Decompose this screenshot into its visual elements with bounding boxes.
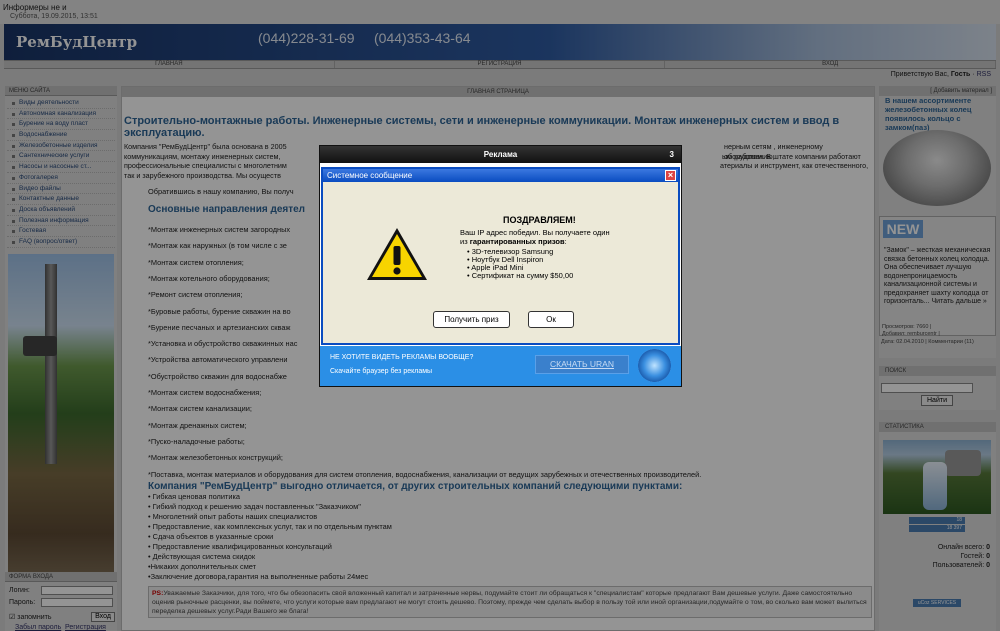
- close-icon[interactable]: ×: [665, 170, 676, 181]
- browser-logo-icon: [638, 349, 671, 382]
- prize-item: Сертификат на сумму $50,00: [467, 271, 574, 280]
- advert-header: Реклама: [320, 146, 681, 163]
- download-uran-button[interactable]: СКАЧАТЬ URAN: [535, 355, 629, 374]
- message-end: :: [564, 236, 567, 246]
- banner-question: НЕ ХОТИТЕ ВИДЕТЬ РЕКЛАМЫ ВООБЩЕ?: [330, 354, 474, 361]
- message-line-2: из: [460, 236, 468, 246]
- message-bold: гарантированных призов: [469, 236, 565, 246]
- system-message-dialog: Системное сообщение × ПОЗДРАВЛЯЕМ! Ваш I…: [321, 167, 680, 345]
- congrats-heading: ПОЗДРАВЛЯЕМ!: [503, 215, 576, 225]
- advert-popup: Реклама 3 Системное сообщение × ПОЗДРАВЛ…: [319, 145, 682, 387]
- banner-subtitle: Скачайте браузер без рекламы: [330, 368, 433, 375]
- warning-icon: [367, 228, 427, 280]
- prize-message: Ваш IP адрес победил. Вы получаете один …: [460, 228, 650, 246]
- advert-countdown: 3: [669, 150, 674, 159]
- browser-ad-banner[interactable]: НЕ ХОТИТЕ ВИДЕТЬ РЕКЛАМЫ ВООБЩЕ? Скачайт…: [320, 346, 681, 386]
- dialog-title: Системное сообщение: [323, 169, 678, 182]
- get-prize-button[interactable]: Получить приз: [433, 311, 510, 328]
- ok-button[interactable]: Ок: [528, 311, 574, 328]
